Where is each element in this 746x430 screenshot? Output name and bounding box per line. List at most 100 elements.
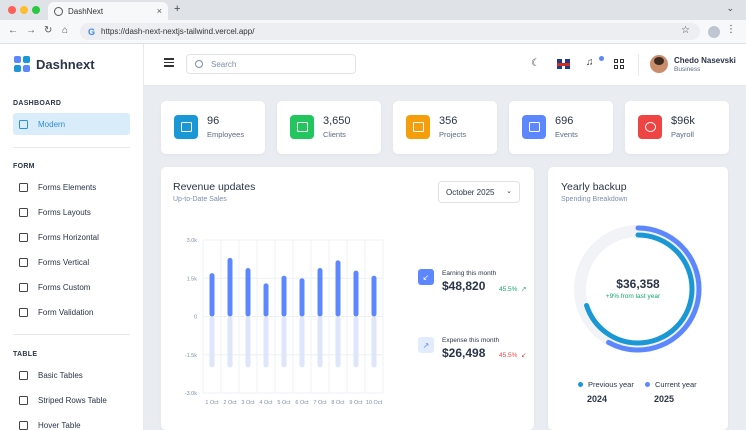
sidebar-item-basic-tables[interactable]: Basic Tables [13,364,130,386]
bar-negative [245,316,251,368]
y-tick-label: -1.5k [185,353,197,359]
x-tick-label: 5 Oct [277,400,291,406]
stat-value: 696 [555,115,574,127]
forward-arrow-icon[interactable]: → [26,25,36,36]
legend-previous-year: Previous year [578,380,634,389]
x-tick-label: 9 Oct [349,400,363,406]
legend-label: Previous year [588,380,634,389]
user-avatar[interactable] [650,55,668,73]
globe-icon [54,6,63,16]
backup-total: $36,358 [616,277,660,291]
sidebar-item-label: Forms Vertical [38,257,90,267]
earning-pct: 45.5% [499,286,518,293]
y-tick-label: 3.0k [187,238,198,244]
sidebar-item-forms-elements[interactable]: Forms Elements [13,176,130,198]
reload-icon[interactable]: ↻ [44,25,52,36]
hover-table-icon [19,420,28,430]
bar-positive [263,283,269,317]
earning-label: Earning this month [442,270,497,277]
calendar-icon [522,115,546,139]
stat-card-projects[interactable]: 356 Projects [393,101,497,154]
dashboard-icon [19,119,28,129]
sidebar-section-title: FORM [13,163,35,170]
stat-value: 356 [439,115,458,127]
sidebar-item-forms-custom[interactable]: Forms Custom [13,276,130,298]
sidebar-item-form-validation[interactable]: Form Validation [13,301,130,323]
y-tick-label: 1.5k [187,276,198,282]
stat-value: $96k [671,115,695,127]
expense-label: Expense this month [442,337,500,344]
legend-current-year: Current year [645,380,697,389]
uk-flag-icon[interactable] [557,59,570,69]
tab-list-chevron-icon[interactable]: ⌄ [726,3,734,14]
sidebar: Dashnext DASHBOARD Modern FORM Forms Ele… [0,44,144,430]
sidebar-item-hover-table[interactable]: Hover Table [13,414,130,430]
maximize-window-icon[interactable] [32,6,40,14]
sidebar-item-forms-horizontal[interactable]: Forms Horizontal [13,226,130,248]
search-icon [195,60,203,68]
expense-arrow-icon: ↗ [418,337,434,353]
bar-negative [281,316,287,368]
back-arrow-icon[interactable]: ← [8,25,18,36]
sidebar-item-forms-vertical[interactable]: Forms Vertical [13,251,130,273]
layout-icon [19,207,28,217]
bell-icon[interactable]: ♫ [586,57,594,68]
form-icon [19,182,28,192]
url-field[interactable]: G https://dash-next-nextjs-tailwind.verc… [80,23,700,40]
x-tick-label: 2 Oct [223,400,237,406]
backup-change: +9% from last year [605,293,661,300]
stat-card-employees[interactable]: 96 Employees [161,101,265,154]
browser-chrome: DashNext × + ⌄ ← → ↻ ⌂ G https://dash-ne… [0,0,746,44]
bar-positive [227,257,233,317]
sidebar-section-title: TABLE [13,351,38,358]
browser-tab[interactable]: DashNext × [48,2,168,20]
bar-negative [371,316,377,368]
vertical-layout-icon [19,257,28,267]
stat-label: Clients [323,130,346,139]
sidebar-item-label: Forms Custom [38,282,91,292]
bar-negative [227,316,233,368]
notification-dot [599,56,604,61]
app-logo[interactable]: Dashnext [14,56,95,72]
sidebar-item-forms-layouts[interactable]: Forms Layouts [13,201,130,223]
bar-positive [371,275,377,317]
checkbox-icon [19,307,28,317]
minimize-window-icon[interactable] [20,6,28,14]
apps-grid-icon[interactable] [614,59,624,69]
stat-card-payroll[interactable]: $96k Payroll [625,101,729,154]
dark-mode-moon-icon[interactable]: ☾ [531,58,540,69]
bar-positive [317,268,323,317]
tab-close-icon[interactable]: × [157,6,162,16]
x-tick-label: 1 Oct [205,400,219,406]
sidebar-item-striped-rows-table[interactable]: Striped Rows Table [13,389,130,411]
sidebar-item-label: Modern [38,119,66,129]
search-input[interactable]: Search [186,54,356,74]
bar-positive [281,275,287,317]
menu-toggle-icon[interactable] [164,58,174,67]
bar-negative [335,316,341,368]
stat-card-events[interactable]: 696 Events [509,101,613,154]
home-icon[interactable]: ⌂ [62,25,68,36]
user-name[interactable]: Chedo Nasevski [674,56,736,65]
bar-positive [353,270,359,317]
x-tick-label: 10 Oct [366,400,383,406]
yearly-backup-card: Yearly backup Spending Breakdown $36,358… [548,167,728,430]
x-tick-label: 4 Oct [259,400,273,406]
bookmark-star-icon[interactable]: ☆ [681,25,690,36]
period-select[interactable]: October 2025 ⌄ [438,181,520,203]
profile-icon[interactable] [708,26,720,38]
browser-menu-icon[interactable]: ⋮ [726,24,736,35]
legend-year: 2024 [587,394,608,404]
earning-value: $48,820 [442,279,486,293]
close-window-icon[interactable] [8,6,16,14]
revenue-card: Revenue updates Up-to-Date Sales October… [161,167,534,430]
stat-card-clients[interactable]: 3,650 Clients [277,101,381,154]
id-card-icon [174,115,198,139]
new-tab-button[interactable]: + [174,3,180,15]
stat-label: Payroll [671,130,694,139]
sidebar-item-modern[interactable]: Modern [13,113,130,135]
expense-value: $26,498 [442,346,486,360]
bar-negative [317,316,323,368]
tab-title: DashNext [68,6,104,16]
table-icon [19,370,28,380]
